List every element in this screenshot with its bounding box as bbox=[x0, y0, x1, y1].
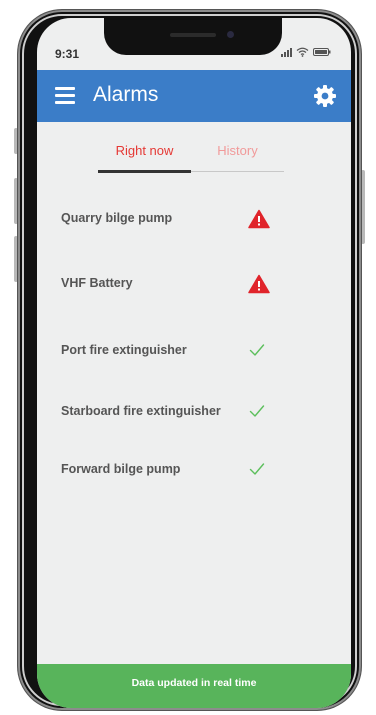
notch bbox=[104, 18, 282, 55]
alarm-row[interactable]: Port fire extinguisher bbox=[61, 341, 331, 361]
wifi-icon bbox=[296, 47, 309, 57]
alarm-label: VHF Battery bbox=[61, 276, 133, 290]
check-icon bbox=[249, 404, 265, 418]
warning-triangle-icon bbox=[248, 209, 270, 229]
active-tab-indicator bbox=[98, 170, 191, 173]
alarm-label: Port fire extinguisher bbox=[61, 343, 187, 357]
realtime-status-bar: Data updated in real time bbox=[37, 664, 351, 708]
alarm-label: Starboard fire extinguisher bbox=[61, 404, 221, 418]
status-time: 9:31 bbox=[55, 47, 80, 61]
speaker-grille bbox=[170, 33, 216, 37]
tab-history[interactable]: History bbox=[191, 143, 284, 158]
battery-icon bbox=[313, 47, 331, 57]
page-title: Alarms bbox=[93, 83, 159, 106]
tab-right-now[interactable]: Right now bbox=[98, 143, 191, 158]
app-header: Alarms bbox=[37, 70, 351, 122]
gear-icon[interactable] bbox=[313, 84, 337, 108]
alarm-row[interactable]: Forward bilge pump bbox=[61, 460, 331, 480]
alarm-label: Forward bilge pump bbox=[61, 462, 181, 476]
front-camera bbox=[227, 31, 234, 38]
tab-bar: Right now History bbox=[98, 137, 284, 173]
alarm-row[interactable]: Starboard fire extinguisher bbox=[61, 402, 331, 422]
phone-screen: 9:31 Alarms Right now History Quarry bil… bbox=[37, 18, 351, 708]
warning-triangle-icon bbox=[248, 274, 270, 294]
power-button bbox=[361, 170, 365, 244]
hamburger-menu-icon[interactable] bbox=[55, 87, 75, 104]
signal-icon bbox=[281, 47, 292, 57]
alarm-label: Quarry bilge pump bbox=[61, 211, 173, 225]
check-icon bbox=[249, 462, 265, 476]
device-canvas: 9:31 Alarms Right now History Quarry bil… bbox=[0, 0, 376, 715]
alarm-row[interactable]: VHF Battery bbox=[61, 274, 331, 294]
realtime-status-text: Data updated in real time bbox=[131, 677, 257, 689]
check-icon bbox=[249, 343, 265, 357]
alarm-row[interactable]: Quarry bilge pump bbox=[61, 209, 331, 229]
status-icons bbox=[281, 47, 331, 57]
